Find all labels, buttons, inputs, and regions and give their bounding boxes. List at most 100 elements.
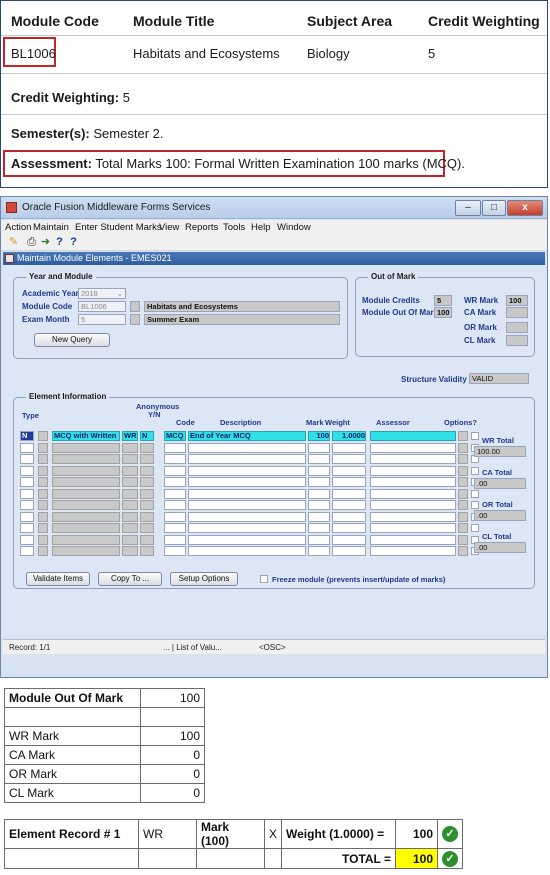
grid-cell-mark[interactable] — [308, 546, 330, 556]
minimize-icon[interactable]: – — [455, 200, 481, 216]
options-checkbox[interactable] — [471, 432, 479, 440]
menu-reports[interactable]: Reports — [185, 222, 218, 233]
grid-cell-name[interactable] — [52, 534, 120, 545]
copy-to-button[interactable]: Copy To ... — [98, 572, 162, 586]
grid-cell-weight[interactable] — [332, 511, 366, 522]
help-icon[interactable]: ? — [67, 236, 80, 249]
maximize-icon[interactable]: □ — [482, 200, 506, 216]
grid-cell-type[interactable] — [20, 523, 34, 533]
grid-cell-mark[interactable] — [308, 523, 330, 533]
module-code-lov[interactable] — [130, 301, 140, 312]
grid-cell-code[interactable] — [164, 454, 186, 464]
grid-cell-weight[interactable]: 1.0000 — [332, 431, 366, 441]
grid-cell-description[interactable] — [188, 477, 306, 487]
grid-cell-opt-a[interactable] — [458, 546, 468, 556]
grid-cell-lov[interactable] — [38, 454, 48, 464]
grid-cell-lov[interactable] — [38, 488, 48, 499]
grid-cell-lov[interactable] — [38, 431, 48, 441]
grid-cell-name[interactable] — [52, 511, 120, 522]
grid-cell-assessor[interactable] — [370, 431, 456, 441]
grid-cell-anon[interactable] — [140, 488, 154, 499]
grid-cell-assessor[interactable] — [370, 477, 456, 487]
grid-cell-mark[interactable] — [308, 477, 330, 487]
grid-cell-name[interactable] — [52, 442, 120, 453]
grid-cell-code[interactable] — [164, 465, 186, 476]
grid-cell-anon[interactable] — [140, 500, 154, 510]
menu-action[interactable]: Action — [5, 222, 31, 233]
grid-cell-wr[interactable] — [122, 546, 138, 556]
grid-cell-anon[interactable]: N — [140, 431, 154, 441]
grid-cell-anon[interactable] — [140, 546, 154, 556]
grid-cell-name[interactable] — [52, 500, 120, 510]
grid-cell-lov[interactable] — [38, 500, 48, 510]
grid-cell-type[interactable] — [20, 477, 34, 487]
grid-cell-weight[interactable] — [332, 454, 366, 464]
grid-cell-anon[interactable] — [140, 454, 154, 464]
grid-cell-code[interactable] — [164, 500, 186, 510]
grid-cell-name[interactable] — [52, 454, 120, 464]
grid-cell-opt-a[interactable] — [458, 534, 468, 545]
grid-cell-opt-a[interactable] — [458, 477, 468, 487]
menu-enter-student-marks[interactable]: Enter Student Marks — [75, 222, 162, 233]
grid-cell-code[interactable] — [164, 534, 186, 545]
grid-cell-description[interactable] — [188, 465, 306, 476]
grid-cell-wr[interactable] — [122, 442, 138, 453]
grid-cell-name[interactable] — [52, 523, 120, 533]
grid-cell-description[interactable] — [188, 488, 306, 499]
grid-cell-wr[interactable] — [122, 465, 138, 476]
grid-cell-assessor[interactable] — [370, 465, 456, 476]
menu-window[interactable]: Window — [277, 222, 311, 233]
grid-cell-weight[interactable] — [332, 500, 366, 510]
grid-cell-mark[interactable] — [308, 500, 330, 510]
grid-cell-mark[interactable] — [308, 488, 330, 499]
grid-cell-weight[interactable] — [332, 546, 366, 556]
exam-month-field[interactable]: 5 — [78, 314, 126, 325]
grid-cell-assessor[interactable] — [370, 488, 456, 499]
grid-cell-weight[interactable] — [332, 523, 366, 533]
grid-cell-anon[interactable] — [140, 523, 154, 533]
grid-cell-mark[interactable] — [308, 534, 330, 545]
grid-cell-wr[interactable] — [122, 500, 138, 510]
grid-cell-mark[interactable] — [308, 511, 330, 522]
grid-cell-opt-a[interactable] — [458, 511, 468, 522]
grid-cell-mark[interactable] — [308, 454, 330, 464]
grid-cell-type[interactable] — [20, 488, 34, 499]
grid-cell-anon[interactable] — [140, 465, 154, 476]
grid-cell-wr[interactable] — [122, 534, 138, 545]
grid-cell-opt-a[interactable] — [458, 431, 468, 441]
grid-cell-opt-a[interactable] — [458, 454, 468, 464]
grid-cell-description[interactable] — [188, 534, 306, 545]
close-icon[interactable]: x — [507, 200, 543, 216]
grid-cell-type[interactable] — [20, 500, 34, 510]
grid-cell-assessor[interactable] — [370, 500, 456, 510]
grid-cell-wr[interactable] — [122, 511, 138, 522]
grid-cell-lov[interactable] — [38, 511, 48, 522]
grid-cell-mark[interactable] — [308, 465, 330, 476]
freeze-checkbox[interactable] — [260, 575, 268, 583]
grid-cell-lov[interactable] — [38, 534, 48, 545]
grid-cell-name[interactable] — [52, 488, 120, 499]
grid-cell-opt-a[interactable] — [458, 523, 468, 533]
grid-cell-anon[interactable] — [140, 534, 154, 545]
grid-cell-opt-a[interactable] — [458, 442, 468, 453]
grid-cell-type[interactable] — [20, 465, 34, 476]
menu-maintain[interactable]: Maintain — [33, 222, 69, 233]
options-checkbox[interactable] — [471, 466, 479, 475]
grid-cell-description[interactable] — [188, 442, 306, 453]
grid-cell-code[interactable] — [164, 488, 186, 499]
academic-year-field[interactable]: 2018 ⌄ — [78, 288, 126, 299]
help-icon[interactable]: ? — [53, 236, 66, 249]
open-folder-icon[interactable]: ✎ — [7, 236, 20, 249]
options-checkbox[interactable] — [471, 524, 479, 532]
grid-cell-lov[interactable] — [38, 442, 48, 453]
grid-cell-weight[interactable] — [332, 465, 366, 476]
grid-cell-mark[interactable]: 100 — [308, 431, 330, 441]
grid-cell-code[interactable] — [164, 442, 186, 453]
grid-cell-lov[interactable] — [38, 465, 48, 476]
navigate-icon[interactable]: ➜ — [39, 236, 52, 249]
grid-cell-wr[interactable] — [122, 488, 138, 499]
grid-cell-weight[interactable] — [332, 442, 366, 453]
grid-cell-anon[interactable] — [140, 511, 154, 522]
grid-cell-name[interactable] — [52, 465, 120, 476]
grid-cell-lov[interactable] — [38, 477, 48, 487]
